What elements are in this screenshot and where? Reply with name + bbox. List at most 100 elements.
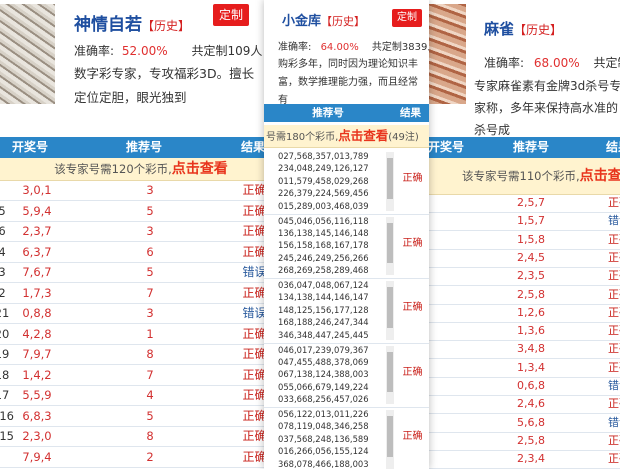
issue-id: 4 <box>0 244 6 259</box>
recommend-number: 2,5,7 <box>517 196 545 209</box>
view-link[interactable]: 点击查看 <box>172 161 228 177</box>
col-result: 结果 <box>605 140 620 154</box>
subscribe-button[interactable]: 定制 <box>392 9 422 27</box>
recommend-line: 046,017,239,079,367 <box>278 344 369 355</box>
table-row: 5 5,9,4 5 正确 <box>0 201 282 222</box>
table-row: 1,5,8 正确 <box>428 231 620 250</box>
recommend-number: 0,6,8 <box>517 379 545 392</box>
result-badge: 错误 <box>608 379 620 392</box>
result-badge: 正确 <box>402 431 423 442</box>
result-badge: 正确 <box>608 452 620 466</box>
history-link[interactable]: 【历史】 <box>321 15 365 28</box>
expert-name[interactable]: 神情自若【历史】 <box>74 10 190 35</box>
scrollbar-thumb[interactable] <box>387 351 393 392</box>
issue-id: 6 <box>0 224 6 238</box>
scrollbar[interactable] <box>386 216 394 275</box>
draw-number: 2,3,7 <box>22 224 52 238</box>
result-badge: 正确 <box>608 305 620 319</box>
recommend-number: 2,5,8 <box>517 433 545 447</box>
table-row: 1,2,6 正确 <box>428 304 620 323</box>
scrollbar[interactable] <box>386 345 394 404</box>
table-header: 开奖号 推荐号 结果 <box>0 137 282 158</box>
issue-id: 19 <box>0 347 10 361</box>
recommend-number: 5 <box>146 203 154 218</box>
result-badge: 正确 <box>402 173 423 184</box>
scrollbar-thumb[interactable] <box>387 416 393 457</box>
recommend-group: 045,046,056,116,118 136,138,145,146,148 15… <box>264 215 429 279</box>
scrollbar[interactable] <box>386 410 394 469</box>
recommend-line: 055,066,679,149,224 <box>278 381 369 392</box>
history-link[interactable]: 【历史】 <box>514 23 562 37</box>
scrollbar[interactable] <box>386 152 394 211</box>
unlock-notice: 号需180个彩币,点击查看(49注) <box>264 125 429 148</box>
expert-avatar <box>0 4 55 104</box>
issue-id: 015 <box>0 429 14 443</box>
scrollbar-thumb[interactable] <box>387 158 393 199</box>
recommend-line: 156,158,168,167,178 <box>278 240 369 251</box>
recommend-line: 136,138,145,146,148 <box>278 227 369 238</box>
issue-id: 016 <box>0 408 14 423</box>
subscribe-button[interactable]: 定制 <box>213 4 249 26</box>
expert-description: 专家麻雀素有金牌3d杀号专家称，多年来保持高水准的杀号成 <box>474 79 620 137</box>
table-row: 0,6,8 错误 <box>428 377 620 396</box>
table-row: 6 2,3,7 3 正确 <box>0 221 282 242</box>
recommend-number: 2,5,8 <box>517 287 545 301</box>
view-link[interactable]: 点击查看 <box>580 168 620 184</box>
table-row: 1,3,6 正确 <box>428 322 620 342</box>
table-row: 1,3,4 正确 <box>428 359 620 378</box>
recommend-line: 037,568,248,136,589 <box>278 433 369 444</box>
draw-number: 6,3,7 <box>22 244 52 259</box>
table-row: 2,4,6 正确 <box>428 395 620 415</box>
recommend-group: 027,568,357,013,789 234,048,249,126,127 01… <box>264 150 429 215</box>
draw-number: 5,5,9 <box>22 388 52 402</box>
issue-id: 5 <box>0 203 6 218</box>
col-recommend: 推荐号 <box>125 140 162 154</box>
recommend-group: 046,017,239,079,367 047,455,488,378,069 06… <box>264 344 429 408</box>
accuracy-stat: 准确率: 68.00% 共定制 <box>484 56 620 70</box>
scrollbar-thumb[interactable] <box>387 287 393 328</box>
view-link[interactable]: 点击查看 <box>338 128 388 143</box>
recommend-number: 3 <box>146 306 154 320</box>
scrollbar-thumb[interactable] <box>387 222 393 263</box>
result-badge: 正确 <box>402 237 423 249</box>
col-recommend: 推荐号 <box>312 107 344 119</box>
recommend-line: 033,668,256,457,026 <box>278 394 369 405</box>
recommend-number: 4 <box>146 388 154 402</box>
table-row: 2,3,5 正确 <box>428 267 620 287</box>
recommend-line: 234,048,249,126,127 <box>278 163 369 174</box>
result-badge: 正确 <box>608 360 620 374</box>
recommend-number: 2,4,5 <box>517 250 545 264</box>
recommend-line: 148,125,156,177,128 <box>278 304 369 315</box>
issue-id: 2 <box>0 285 6 300</box>
expert-description: 购彩多年，同时因为理论知识丰富，数学推理能力强，而且经常有 <box>278 59 418 106</box>
draw-number: 3,0,1 <box>22 183 52 197</box>
recommend-number: 8 <box>146 429 154 443</box>
recommend-line: 268,269,258,289,468 <box>278 265 369 276</box>
draw-number: 7,9,4 <box>22 449 52 464</box>
table-row: 2,5,8 正确 <box>428 432 620 451</box>
recommend-line: 015,289,003,468,039 <box>278 200 369 211</box>
table-row: 0166,8,35正确 <box>0 406 282 427</box>
draw-number: 7,9,7 <box>22 347 52 361</box>
unlock-notice: 该专家号需110个彩币,点击查看 <box>428 158 620 195</box>
recommend-number: 1,5,7 <box>517 214 545 228</box>
history-link[interactable]: 【历史】 <box>142 19 190 33</box>
recommend-line: 011,579,458,029,268 <box>278 175 369 186</box>
expert-name[interactable]: 小金库【历史】 <box>282 10 365 29</box>
recommend-line: 226,379,224,569,456 <box>278 188 369 199</box>
scrollbar[interactable] <box>386 281 394 340</box>
unlock-notice: 该专家号需120个彩币,点击查看 <box>0 158 282 181</box>
recommend-number: 7 <box>146 367 154 382</box>
table-header: 开奖号 推荐号 结果 <box>428 137 620 158</box>
issue-id: 20 <box>0 326 10 341</box>
recommend-line: 027,568,357,013,789 <box>278 151 369 161</box>
recommend-number: 3 <box>146 224 154 238</box>
table-row: 2,5,8 正确 <box>428 286 620 305</box>
result-badge: 正确 <box>402 366 423 378</box>
expert-name[interactable]: 麻雀【历史】 <box>484 18 562 39</box>
issue-id: 17 <box>0 388 10 402</box>
table-row: 4 6,3,7 6 正确 <box>0 242 282 263</box>
table-row: 2,3,4 正确 <box>428 450 620 469</box>
recommend-line: 045,046,056,116,118 <box>278 215 369 226</box>
recommend-number: 5,6,8 <box>517 415 545 429</box>
